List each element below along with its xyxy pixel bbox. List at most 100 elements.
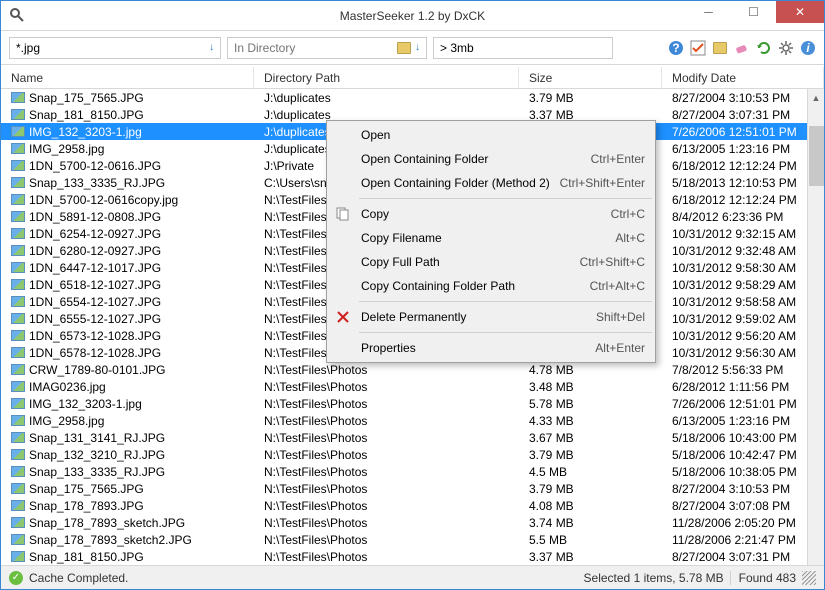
info-icon[interactable]: i [800, 40, 816, 56]
file-date: 5/18/2013 12:10:53 PM [662, 176, 824, 190]
file-size: 4.33 MB [519, 414, 662, 428]
file-size: 4.08 MB [519, 499, 662, 513]
table-row[interactable]: IMG_132_3203-1.jpgN:\TestFiles\Photos5.7… [1, 395, 824, 412]
size-filter-input[interactable] [440, 41, 606, 55]
file-date: 8/27/2004 3:07:31 PM [662, 550, 824, 564]
file-date: 8/27/2004 3:07:31 PM [662, 108, 824, 122]
file-directory: N:\TestFiles\Photos [254, 363, 519, 377]
folder-icon[interactable] [397, 42, 411, 54]
file-name: IMG_2958.jpg [29, 414, 104, 428]
size-filter-box[interactable] [433, 37, 613, 59]
image-file-icon [11, 517, 25, 528]
gear-icon[interactable] [778, 40, 794, 56]
table-row[interactable]: Snap_133_3335_RJ.JPGN:\TestFiles\Photos4… [1, 463, 824, 480]
file-size: 3.67 MB [519, 431, 662, 445]
menu-item-label: Copy Filename [361, 231, 442, 245]
menu-shortcut: Ctrl+Shift+Enter [560, 176, 645, 190]
table-row[interactable]: Snap_178_7893.JPGN:\TestFiles\Photos4.08… [1, 497, 824, 514]
menu-item-label: Properties [361, 341, 416, 355]
table-row[interactable]: Snap_131_3141_RJ.JPGN:\TestFiles\Photos3… [1, 429, 824, 446]
scroll-thumb[interactable] [809, 126, 824, 186]
table-row[interactable]: Snap_175_7565.JPGN:\TestFiles\Photos3.79… [1, 480, 824, 497]
menu-separator [359, 301, 652, 302]
file-date: 11/28/2006 2:21:47 PM [662, 533, 824, 547]
header-name[interactable]: Name [1, 67, 254, 89]
image-file-icon [11, 194, 25, 205]
close-button[interactable]: ✕ [776, 1, 824, 23]
file-name: CRW_1789-80-0101.JPG [29, 363, 166, 377]
header-modify-date[interactable]: Modify Date [662, 67, 824, 89]
file-directory: N:\TestFiles\Photos [254, 533, 519, 547]
menu-separator [359, 198, 652, 199]
selection-status: Selected 1 items, 5.78 MB [584, 571, 724, 585]
image-file-icon [11, 347, 25, 358]
folder-tool-icon[interactable] [712, 40, 728, 56]
menu-item-open-containing-folder[interactable]: Open Containing FolderCtrl+Enter [329, 147, 653, 171]
menu-item-copy-filename[interactable]: Copy FilenameAlt+C [329, 226, 653, 250]
menu-item-open[interactable]: Open [329, 123, 653, 147]
vertical-scrollbar[interactable]: ▲ [807, 89, 824, 565]
table-row[interactable]: Snap_132_3210_RJ.JPGN:\TestFiles\Photos3… [1, 446, 824, 463]
refresh-icon[interactable] [756, 40, 772, 56]
header-directory[interactable]: Directory Path [254, 67, 519, 89]
cache-status: Cache Completed. [29, 571, 128, 585]
scroll-up-arrow[interactable]: ▲ [808, 89, 824, 106]
image-file-icon [11, 177, 25, 188]
table-row[interactable]: IMAG0236.jpgN:\TestFiles\Photos3.48 MB6/… [1, 378, 824, 395]
file-date: 5/18/2006 10:42:47 PM [662, 448, 824, 462]
directory-input[interactable] [234, 41, 394, 55]
dir-dropdown-icon[interactable]: ↓ [415, 42, 420, 53]
menu-item-copy-full-path[interactable]: Copy Full PathCtrl+Shift+C [329, 250, 653, 274]
header-size[interactable]: Size [519, 67, 662, 89]
delete-icon [335, 309, 351, 325]
resize-grip[interactable] [802, 571, 816, 585]
toolbar-icons: ? i [668, 40, 816, 56]
table-row[interactable]: CRW_1789-80-0101.JPGN:\TestFiles\Photos4… [1, 361, 824, 378]
table-row[interactable]: IMG_2958.jpgN:\TestFiles\Photos4.33 MB6/… [1, 412, 824, 429]
menu-item-properties[interactable]: Properties Alt+Enter [329, 336, 653, 360]
file-date: 6/18/2012 12:12:24 PM [662, 159, 824, 173]
search-query-box[interactable]: ↓ [9, 37, 221, 59]
image-file-icon [11, 551, 25, 562]
file-name: Snap_178_7893_sketch2.JPG [29, 533, 192, 547]
options-icon[interactable] [690, 40, 706, 56]
menu-item-copy[interactable]: CopyCtrl+C [329, 202, 653, 226]
image-file-icon [11, 381, 25, 392]
file-name: Snap_132_3210_RJ.JPG [29, 448, 165, 462]
found-status: Found 483 [730, 571, 796, 585]
file-name: Snap_133_3335_RJ.JPG [29, 465, 165, 479]
svg-text:?: ? [672, 41, 679, 55]
minimize-button[interactable]: ─ [686, 1, 731, 23]
directory-box[interactable]: ↓ [227, 37, 427, 59]
table-row[interactable]: Snap_178_7893_sketch2.JPG N:\TestFiles\Ph… [1, 531, 824, 548]
search-query-input[interactable] [16, 41, 205, 55]
menu-item-copy-containing-folder-path[interactable]: Copy Containing Folder PathCtrl+Alt+C [329, 274, 653, 298]
context-menu: OpenOpen Containing FolderCtrl+EnterOpen… [326, 120, 656, 363]
help-icon[interactable]: ? [668, 40, 684, 56]
table-row[interactable]: Snap_178_7893_sketch.JPGN:\TestFiles\Pho… [1, 514, 824, 531]
file-directory: N:\TestFiles\Photos [254, 550, 519, 564]
image-file-icon [11, 160, 25, 171]
eraser-icon[interactable] [734, 40, 750, 56]
column-headers: Name Directory Path Size Modify Date [1, 65, 824, 89]
copy-icon [335, 206, 351, 222]
titlebar: MasterSeeker 1.2 by DxCK ─ ☐ ✕ [1, 1, 824, 31]
menu-shortcut: Ctrl+Shift+C [580, 255, 645, 269]
check-icon: ✓ [9, 571, 23, 585]
file-size: 3.48 MB [519, 380, 662, 394]
maximize-button[interactable]: ☐ [731, 1, 776, 23]
menu-item-delete-permanently[interactable]: Delete PermanentlyShift+Del [329, 305, 653, 329]
table-row[interactable]: Snap_181_8150.JPGN:\TestFiles\Photos3.37… [1, 548, 824, 565]
menu-shortcut: Alt+Enter [595, 341, 645, 355]
file-date: 10/31/2012 9:58:29 AM [662, 278, 824, 292]
file-name: 1DN_6254-12-0927.JPG [29, 227, 161, 241]
file-size: 3.74 MB [519, 516, 662, 530]
file-date: 10/31/2012 9:32:15 AM [662, 227, 824, 241]
file-date: 10/31/2012 9:59:02 AM [662, 312, 824, 326]
query-dropdown-icon[interactable]: ↓ [209, 42, 214, 53]
file-directory: N:\TestFiles\Photos [254, 448, 519, 462]
toolbar: ↓ ↓ ? i [1, 31, 824, 65]
file-date: 10/31/2012 9:56:30 AM [662, 346, 824, 360]
table-row[interactable]: Snap_175_7565.JPGJ:\duplicates3.79 MB8/2… [1, 89, 824, 106]
menu-item-open-containing-folder-method-2-[interactable]: Open Containing Folder (Method 2)Ctrl+Sh… [329, 171, 653, 195]
